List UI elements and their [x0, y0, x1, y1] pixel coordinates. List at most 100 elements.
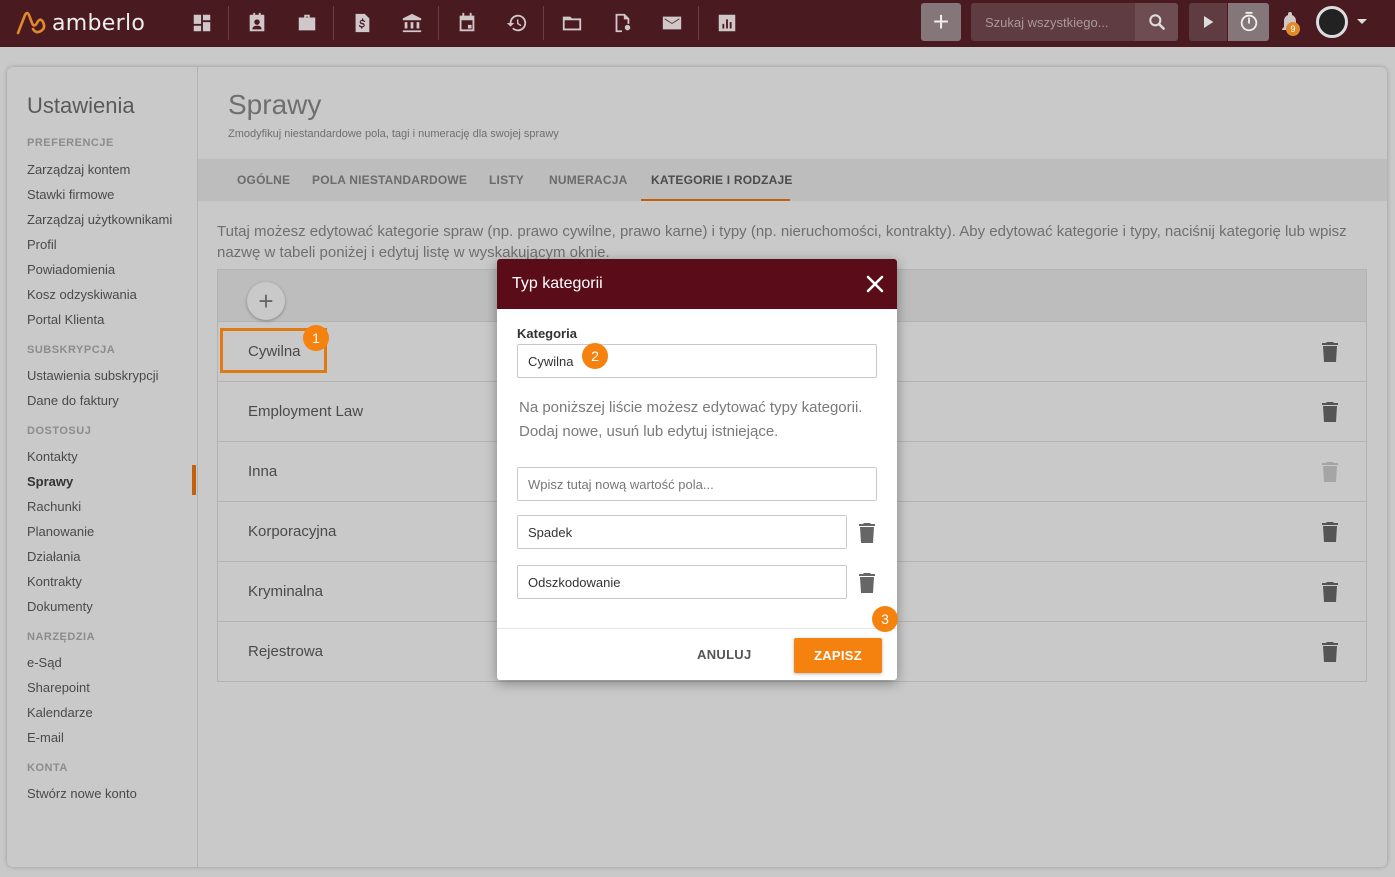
invoice-icon[interactable] [347, 8, 377, 38]
tab-custom-fields[interactable]: POLA NIESTANDARDOWE [312, 173, 467, 187]
sidebar-section-label: PREFERENCJE [27, 137, 114, 149]
nav-divider [438, 6, 439, 40]
contacts-icon[interactable] [242, 8, 272, 38]
sidebar-item-client-portal[interactable]: Portal Klienta [27, 312, 104, 327]
page-subtitle: Zmodyfikuj niestandardowe pola, tagi i n… [228, 128, 559, 140]
trash-icon[interactable] [1322, 582, 1338, 602]
cancel-button[interactable]: ANULUJ [697, 647, 752, 662]
tab-numbering[interactable]: NUMERACJA [549, 173, 627, 187]
dialog-footer: ANULUJ ZAPISZ [497, 628, 897, 680]
stopwatch-icon [1240, 11, 1257, 32]
trash-icon-disabled [1322, 462, 1338, 482]
sidebar-item-profile[interactable]: Profil [27, 237, 57, 252]
settings-tabs: OGÓLNE POLA NIESTANDARDOWE LISTY NUMERAC… [198, 159, 1387, 201]
sidebar-item-manage-account[interactable]: Zarządzaj kontem [27, 162, 130, 177]
dialog-hint: Na poniższej liście możesz edytować typy… [519, 399, 863, 440]
play-icon [1204, 16, 1214, 28]
nav-divider [698, 6, 699, 40]
category-name[interactable]: Kryminalna [248, 583, 323, 600]
sidebar-item-matters[interactable]: Sprawy [27, 474, 73, 489]
tab-lists[interactable]: LISTY [489, 173, 524, 187]
sidebar-item-calendars[interactable]: Kalendarze [27, 705, 93, 720]
sidebar-item-manage-users[interactable]: Zarządzaj użytkownikami [27, 212, 172, 227]
nav-divider [333, 6, 334, 40]
sidebar-item-subscription-settings[interactable]: Ustawienia subskrypcji [27, 368, 159, 383]
dialog-header: Typ kategorii [497, 259, 897, 309]
notification-count-badge: 9 [1286, 22, 1300, 36]
tab-general[interactable]: OGÓLNE [237, 173, 290, 187]
sidebar-item-activities[interactable]: Działania [27, 549, 80, 564]
active-tab-underline [641, 199, 790, 201]
section-description: Tutaj możesz edytować kategorie spraw (n… [217, 223, 1347, 261]
trash-icon[interactable] [859, 573, 875, 593]
mail-icon[interactable] [657, 8, 687, 38]
nav-divider [543, 6, 544, 40]
reports-icon[interactable] [712, 8, 742, 38]
category-name[interactable]: Inna [248, 463, 277, 480]
sidebar-item-documents[interactable]: Dokumenty [27, 599, 93, 614]
type-input[interactable]: Odszkodowanie [517, 565, 847, 599]
nav-divider [228, 6, 229, 40]
category-name[interactable]: Rejestrowa [248, 643, 323, 660]
briefcase-icon[interactable] [292, 8, 322, 38]
timer-button[interactable] [1228, 3, 1269, 41]
step-badge-2: 2 [582, 343, 608, 369]
category-type-dialog: Typ kategorii Kategoria Cywilna Na poniż… [497, 259, 897, 680]
type-input[interactable]: Spadek [517, 515, 847, 549]
amberlo-logo-icon [16, 11, 46, 35]
trash-icon[interactable] [1322, 642, 1338, 662]
sidebar-item-recycle-bin[interactable]: Kosz odzyskiwania [27, 287, 137, 302]
close-icon[interactable] [866, 275, 884, 293]
dashboard-icon[interactable] [187, 8, 217, 38]
settings-sidebar: Ustawienia PREFERENCJE Zarządzaj kontem … [7, 67, 198, 867]
calendar-icon[interactable] [452, 8, 482, 38]
page-title: Sprawy [228, 89, 322, 120]
sidebar-item-invoice-data[interactable]: Dane do faktury [27, 393, 119, 408]
user-menu-caret-icon[interactable] [1357, 19, 1367, 24]
top-bar: amberlo + Szukaj wszystkiego... 9 [0, 0, 1395, 47]
search-button[interactable] [1135, 3, 1178, 41]
add-category-button[interactable]: + [247, 282, 285, 320]
sidebar-title: Ustawienia [27, 93, 135, 118]
sidebar-item-e-court[interactable]: e-Sąd [27, 655, 62, 670]
sidebar-item-contracts[interactable]: Kontrakty [27, 574, 82, 589]
dialog-title: Typ kategorii [512, 275, 603, 292]
sidebar-section-label: DOSTOSUJ [27, 425, 92, 437]
category-name[interactable]: Employment Law [248, 403, 363, 420]
sidebar-item-email[interactable]: E-mail [27, 730, 64, 745]
app-name: amberlo [52, 10, 146, 36]
bank-icon[interactable] [397, 8, 427, 38]
trash-icon[interactable] [1322, 522, 1338, 542]
active-item-marker [192, 465, 196, 495]
trash-icon[interactable] [1322, 342, 1338, 362]
global-search-input[interactable]: Szukaj wszystkiego... [971, 3, 1135, 41]
folder-icon[interactable] [557, 8, 587, 38]
sidebar-section-label: KONTA [27, 762, 68, 774]
category-name[interactable]: Korporacyjna [248, 523, 336, 540]
sidebar-item-bills[interactable]: Rachunki [27, 499, 81, 514]
new-type-input[interactable]: Wpisz tutaj nową wartość pola... [517, 467, 877, 501]
step-badge-3: 3 [872, 606, 898, 632]
trash-icon[interactable] [859, 523, 875, 543]
quick-add-button[interactable]: + [921, 3, 961, 41]
category-name-input[interactable]: Cywilna [517, 344, 877, 378]
history-icon[interactable] [502, 8, 532, 38]
sidebar-item-contacts[interactable]: Kontakty [27, 449, 78, 464]
trash-icon[interactable] [1322, 402, 1338, 422]
category-field-label: Kategoria [517, 326, 577, 341]
start-timer-button[interactable] [1189, 3, 1227, 41]
search-icon [1148, 14, 1165, 30]
tab-categories-types[interactable]: KATEGORIE I RODZAJE [651, 173, 793, 187]
user-avatar[interactable] [1316, 6, 1348, 38]
app-logo[interactable]: amberlo [16, 9, 145, 37]
save-button[interactable]: ZAPISZ [794, 638, 882, 673]
sidebar-item-firm-rates[interactable]: Stawki firmowe [27, 187, 114, 202]
sidebar-item-create-account[interactable]: Stwórz nowe konto [27, 786, 137, 801]
sidebar-item-sharepoint[interactable]: Sharepoint [27, 680, 90, 695]
step-badge-1: 1 [303, 325, 329, 351]
sidebar-item-planning[interactable]: Planowanie [27, 524, 94, 539]
category-name[interactable]: Cywilna [248, 343, 301, 360]
document-settings-icon[interactable] [607, 8, 637, 38]
sidebar-item-notifications[interactable]: Powiadomienia [27, 262, 115, 277]
sidebar-section-label: NARZĘDZIA [27, 631, 96, 643]
